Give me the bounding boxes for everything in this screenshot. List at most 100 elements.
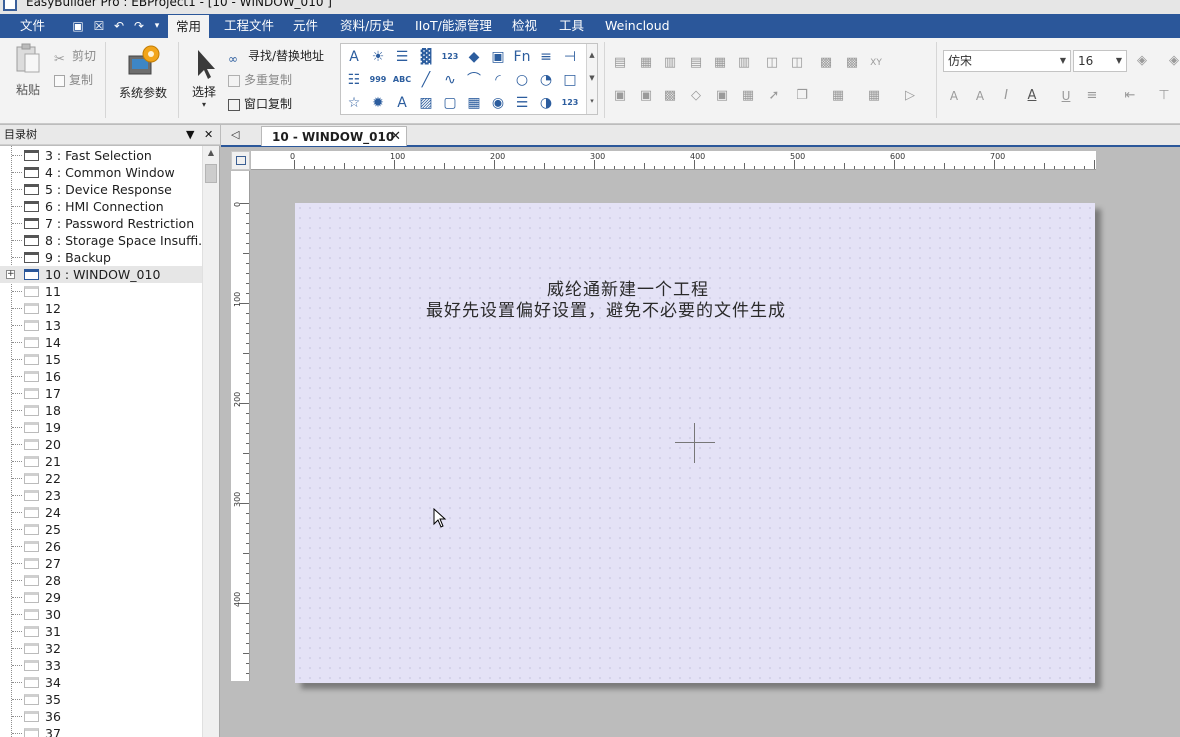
tree-item[interactable]: 29 <box>0 589 203 606</box>
align-middle-icon[interactable]: ▦ <box>712 55 728 71</box>
lamp-icon[interactable]: ◉ <box>488 93 508 113</box>
gallery-scroll[interactable]: ▲ ▼ ▾ <box>586 44 597 114</box>
line-icon[interactable]: ╱ <box>416 70 436 90</box>
copy-button[interactable]: 复制 <box>54 70 93 90</box>
scroll-thumb[interactable] <box>205 164 217 183</box>
system-params-button[interactable]: 系统参数 <box>116 42 170 101</box>
close-icon[interactable]: ✕ <box>390 127 401 147</box>
font-name-combo[interactable]: 仿宋 ▼ <box>943 50 1071 72</box>
tree-item[interactable]: 34 <box>0 674 203 691</box>
tree-item[interactable]: 25 <box>0 521 203 538</box>
rect-icon[interactable]: □ <box>560 70 580 90</box>
numeric999-icon[interactable]: 999 <box>368 70 388 90</box>
layer-down-icon[interactable]: ▦ <box>866 88 882 104</box>
tree-item[interactable]: 36 <box>0 708 203 725</box>
align-top-icon[interactable]: ▤ <box>688 55 704 71</box>
align-left-icon[interactable]: ▤ <box>612 55 628 71</box>
tab-nav-left-icon[interactable]: ◁ <box>231 128 239 141</box>
tree-item[interactable]: 12 <box>0 300 203 317</box>
menu-objects[interactable]: 元件 <box>293 14 318 38</box>
tree-item[interactable]: 11 <box>0 283 203 300</box>
circle-icon[interactable]: ○ <box>512 70 532 90</box>
tree-item[interactable]: 6 : HMI Connection <box>0 198 203 215</box>
canvas-text-line-2[interactable]: 最好先设置偏好设置，避免不必要的文件生成 <box>426 296 786 321</box>
quick-access-dropdown-icon[interactable]: ▾ <box>149 18 165 34</box>
rotate-icon[interactable]: ◇ <box>688 88 704 104</box>
save-icon[interactable]: ▣ <box>70 18 86 34</box>
top-align-icon[interactable]: ⊤ <box>1156 88 1172 104</box>
menu-iiot-energy[interactable]: IIoT/能源管理 <box>415 14 492 38</box>
group-icon[interactable]: ▣ <box>612 88 628 104</box>
tree-item[interactable]: 28 <box>0 572 203 589</box>
abc-icon[interactable]: ABC <box>392 70 412 90</box>
xy-icon[interactable]: XY <box>868 55 884 71</box>
menu-tools[interactable]: 工具 <box>559 14 584 38</box>
arc-icon[interactable]: ◜ <box>488 70 508 90</box>
tree-item[interactable]: 30 <box>0 606 203 623</box>
list-icon[interactable]: ☷ <box>344 70 364 90</box>
pin-icon[interactable]: ➚ <box>766 88 782 104</box>
ungroup-icon[interactable]: ▣ <box>638 88 654 104</box>
signal-icon[interactable]: ☰ <box>512 93 532 113</box>
select-dropdown-icon[interactable]: ▾ <box>186 100 222 109</box>
font-color-icon[interactable]: A <box>1024 88 1040 104</box>
connector-icon[interactable]: ⊣ <box>560 47 580 67</box>
meter-icon[interactable]: ◑ <box>536 93 556 113</box>
style-icon[interactable]: ▷ <box>902 88 918 104</box>
find-replace-button[interactable]: ∞ 寻找/替换地址 <box>228 46 324 66</box>
tree-item[interactable]: 23 <box>0 487 203 504</box>
menu-project[interactable]: 工程文件 <box>224 14 274 38</box>
tag-icon[interactable]: ◆ <box>464 47 484 67</box>
redo-icon[interactable]: ↷ <box>131 18 147 34</box>
tab-window-010[interactable]: 10 - WINDOW_010 ✕ <box>261 126 407 146</box>
picture-icon[interactable]: ▨ <box>416 93 436 113</box>
menu-file[interactable]: 文件 <box>20 14 45 38</box>
tree-item[interactable]: 35 <box>0 691 203 708</box>
io-icon[interactable]: ▣ <box>488 47 508 67</box>
tree-item[interactable]: 13 <box>0 317 203 334</box>
panel-icon[interactable]: ▢ <box>440 93 460 113</box>
numeric-icon[interactable]: 123 <box>440 47 460 67</box>
resize-icon[interactable]: ▣ <box>714 88 730 104</box>
underline-icon[interactable]: U <box>1058 88 1074 104</box>
star-icon[interactable]: ☆ <box>344 93 364 113</box>
tree-item[interactable]: 33 <box>0 657 203 674</box>
font-shrink-icon[interactable]: A <box>972 88 988 104</box>
undo-icon[interactable]: ↶ <box>111 18 127 34</box>
tree-item[interactable]: 7 : Password Restriction <box>0 215 203 232</box>
pane-dropdown-icon[interactable]: ▼ <box>186 125 194 145</box>
tree-item[interactable]: +10 : WINDOW_010 <box>0 266 203 283</box>
tree-item[interactable]: 14 <box>0 334 203 351</box>
gallery-up-icon[interactable]: ▲ <box>587 44 597 67</box>
tree-item[interactable]: 37 <box>0 725 203 737</box>
tree-item[interactable]: 27 <box>0 555 203 572</box>
tree-item[interactable]: 21 <box>0 453 203 470</box>
expand-icon[interactable]: + <box>6 270 15 279</box>
combine-icon[interactable]: ▩ <box>662 88 678 104</box>
bring-front-icon[interactable]: ❐ <box>794 88 810 104</box>
distribute-vertical-icon[interactable]: ◫ <box>764 55 780 71</box>
menu-data-history[interactable]: 资料/历史 <box>340 14 394 38</box>
align-bottom-icon[interactable]: ▥ <box>736 55 752 71</box>
menu-home[interactable]: 常用 <box>168 14 210 38</box>
close-icon[interactable]: ✕ <box>204 125 213 145</box>
tree-item[interactable]: 19 <box>0 419 203 436</box>
tree-item[interactable]: 22 <box>0 470 203 487</box>
distribute-horizontal-icon[interactable]: ◫ <box>789 55 805 71</box>
tree-item[interactable]: 17 <box>0 385 203 402</box>
pie-icon[interactable]: ◔ <box>536 70 556 90</box>
center-v-icon[interactable]: ▩ <box>844 55 860 71</box>
tree-item[interactable]: 24 <box>0 504 203 521</box>
flip-icon[interactable]: ▦ <box>740 88 756 104</box>
text-icon[interactable]: A <box>344 47 364 67</box>
bigtext-icon[interactable]: A <box>392 93 412 113</box>
font-size-combo[interactable]: 16 ▼ <box>1073 50 1127 72</box>
layer-icon[interactable]: ▦ <box>830 88 846 104</box>
center-h-icon[interactable]: ▩ <box>818 55 834 71</box>
italic-icon[interactable]: I <box>998 88 1014 104</box>
tree-item[interactable]: 9 : Backup <box>0 249 203 266</box>
align-center-icon[interactable]: ▦ <box>638 55 654 71</box>
tree-item[interactable]: 16 <box>0 368 203 385</box>
polyline-icon[interactable]: ⌒ <box>464 70 484 90</box>
bulb-icon[interactable]: ☀ <box>368 47 388 67</box>
